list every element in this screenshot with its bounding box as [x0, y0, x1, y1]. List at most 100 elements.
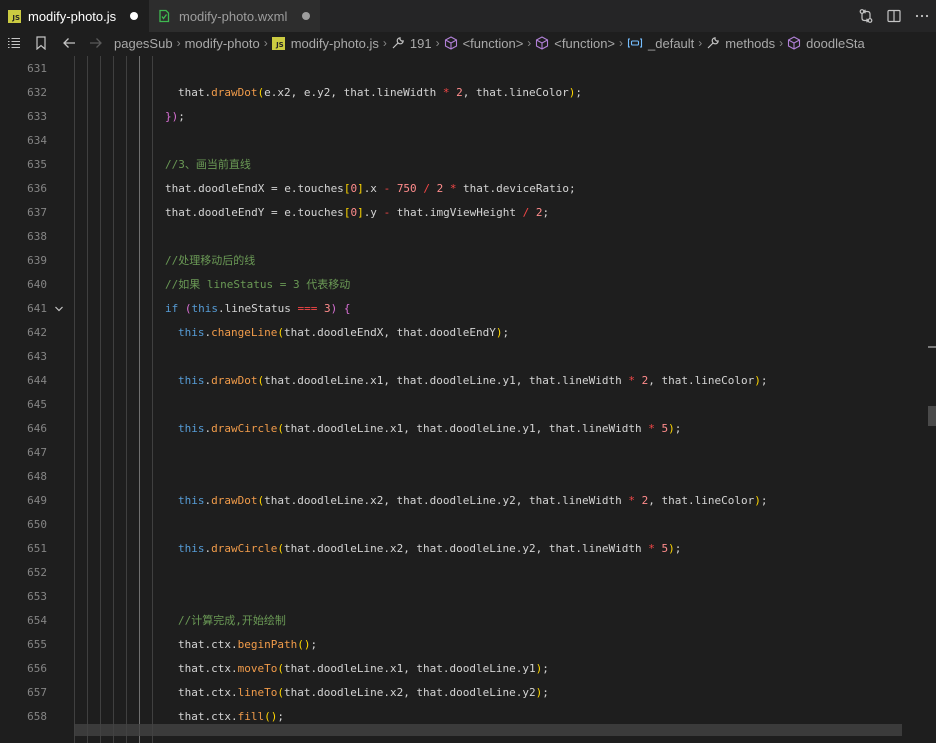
code-line[interactable]: that.drawDot(e.x2, e.y2, that.lineWidth …	[178, 81, 582, 105]
code-token: )	[754, 494, 761, 507]
code-line[interactable]: //3、画当前直线	[165, 153, 251, 177]
compare-changes-icon[interactable]	[852, 0, 880, 32]
code-token: that.doodleEndX, that.doodleEndY	[283, 326, 496, 339]
code-line[interactable]: });	[165, 105, 185, 129]
breadcrumb-file[interactable]: JS modify-photo.js	[271, 35, 379, 51]
vertical-scrollbar-thumb[interactable]	[928, 406, 936, 426]
breadcrumb-line-label: 191	[409, 35, 432, 51]
line-number: 645	[27, 398, 47, 411]
breadcrumb-separator: ›	[176, 36, 181, 50]
code-line[interactable]: this.drawDot(that.doodleLine.x2, that.do…	[178, 489, 767, 513]
line-number: 654	[27, 614, 47, 627]
fold-chevron-icon[interactable]	[52, 297, 66, 321]
breadcrumb-file-label: modify-photo.js	[290, 35, 379, 51]
indent-guide	[100, 56, 101, 743]
line-number: 640	[27, 278, 47, 291]
code-line[interactable]: //处理移动后的线	[165, 249, 255, 273]
line-number: 652	[27, 566, 47, 579]
code-line[interactable]: that.ctx.beginPath();	[178, 633, 317, 657]
line-number: 641	[27, 302, 47, 315]
indent-guide	[87, 56, 88, 743]
code-token: *	[628, 374, 635, 387]
breadcrumb-separator: ›	[435, 36, 440, 50]
code-token: drawDot	[211, 494, 258, 507]
line-number: 635	[27, 158, 47, 171]
code-token: .lineStatus	[218, 302, 298, 315]
code-line[interactable]: that.doodleEndX = e.touches[0].x - 750 /…	[165, 177, 576, 201]
split-editor-icon[interactable]	[880, 0, 908, 32]
unsaved-dot-icon[interactable]	[130, 12, 138, 20]
wxml-file-icon	[157, 9, 171, 23]
breadcrumb-subfolder[interactable]: modify-photo	[185, 36, 260, 51]
line-number: 637	[27, 206, 47, 219]
line-number: 636	[27, 182, 47, 195]
back-arrow-icon[interactable]	[56, 36, 82, 50]
code-token: //处理移动后的线	[165, 254, 256, 267]
forward-arrow-icon[interactable]	[82, 36, 110, 50]
unsaved-dot-icon[interactable]	[302, 12, 310, 20]
line-number: 643	[27, 350, 47, 363]
code-line[interactable]: this.drawCircle(that.doodleLine.x2, that…	[178, 537, 681, 561]
code-line[interactable]: that.doodleEndY = e.touches[0].y - that.…	[165, 201, 549, 225]
code-line[interactable]: if (this.lineStatus === 3) {	[165, 297, 350, 321]
indent-guide	[126, 56, 127, 743]
line-number: 644	[27, 374, 47, 387]
tab-modify-photo-js[interactable]: JS modify-photo.js	[0, 0, 148, 32]
code-token: , that.lineColor	[462, 86, 569, 99]
bookmark-icon[interactable]	[26, 36, 56, 50]
code-token: (	[297, 638, 304, 651]
code-token: that.doodleLine.x1, that.doodleLine.y1, …	[283, 422, 649, 435]
breadcrumb-separator: ›	[779, 36, 784, 50]
code-token: drawDot	[211, 374, 258, 387]
code-token: lineTo	[237, 686, 278, 699]
code-token: drawCircle	[211, 542, 278, 555]
indent-guide	[113, 56, 114, 743]
code-token: 2	[456, 86, 463, 99]
code-line[interactable]: that.ctx.lineTo(that.doodleLine.x2, that…	[178, 681, 549, 705]
code-token: ;	[542, 662, 549, 675]
breadcrumb-function-label: <function>	[462, 35, 524, 51]
code-line[interactable]: this.changeLine(that.doodleEndX, that.do…	[178, 321, 509, 345]
code-token: this	[191, 302, 219, 315]
line-number: 634	[27, 134, 47, 147]
tab-label: modify-photo.js	[28, 8, 117, 24]
code-line[interactable]: //计算完成,开始绘制	[178, 609, 286, 633]
line-number: 639	[27, 254, 47, 267]
wrench-icon	[707, 37, 720, 49]
outline-list-icon[interactable]	[2, 36, 26, 50]
code-token: that.ctx.	[178, 638, 238, 651]
function-cube-icon	[444, 36, 457, 50]
breadcrumb-methods[interactable]: methods	[706, 36, 775, 51]
code-line[interactable]: //如果 lineStatus = 3 代表移动	[165, 273, 350, 297]
line-number: 657	[27, 686, 47, 699]
breadcrumb-folder[interactable]: pagesSub	[114, 36, 173, 51]
more-actions-icon[interactable]	[908, 0, 936, 32]
code-token: that.doodleLine.x2, that.doodleLine.y2	[283, 686, 536, 699]
code-line[interactable]: this.drawDot(that.doodleLine.x1, that.do…	[178, 369, 767, 393]
breadcrumb-default[interactable]: _default	[627, 36, 694, 51]
tab-label: modify-photo.wxml	[179, 8, 288, 24]
code-token: *	[442, 86, 450, 99]
breadcrumb-method[interactable]: doodleSta	[787, 36, 865, 51]
code-editor[interactable]: 631 632 633 634 635 636 637 638 639 640 641 642 643 6…	[0, 56, 936, 743]
breadcrumb-separator: ›	[527, 36, 532, 50]
line-number: 631	[27, 62, 47, 75]
code-line[interactable]: that.ctx.moveTo(that.doodleLine.x1, that…	[178, 657, 549, 681]
editor-actions	[852, 0, 936, 32]
breadcrumb-method-label: doodleSta	[806, 35, 865, 51]
code-token: , that.lineColor	[648, 494, 755, 507]
breadcrumb-line[interactable]: 191	[391, 36, 432, 51]
breadcrumb-function-2[interactable]: <function>	[535, 36, 615, 51]
code-line[interactable]: this.drawCircle(that.doodleLine.x1, that…	[178, 417, 681, 441]
horizontal-scrollbar[interactable]	[74, 724, 902, 736]
code-token: ]	[357, 182, 364, 195]
breadcrumb-function-1[interactable]: <function>	[444, 35, 524, 51]
indent-guide-active	[139, 56, 140, 743]
code-token: *	[648, 542, 655, 555]
code-token: ;	[310, 638, 318, 651]
tab-modify-photo-wxml[interactable]: modify-photo.wxml	[148, 0, 320, 32]
